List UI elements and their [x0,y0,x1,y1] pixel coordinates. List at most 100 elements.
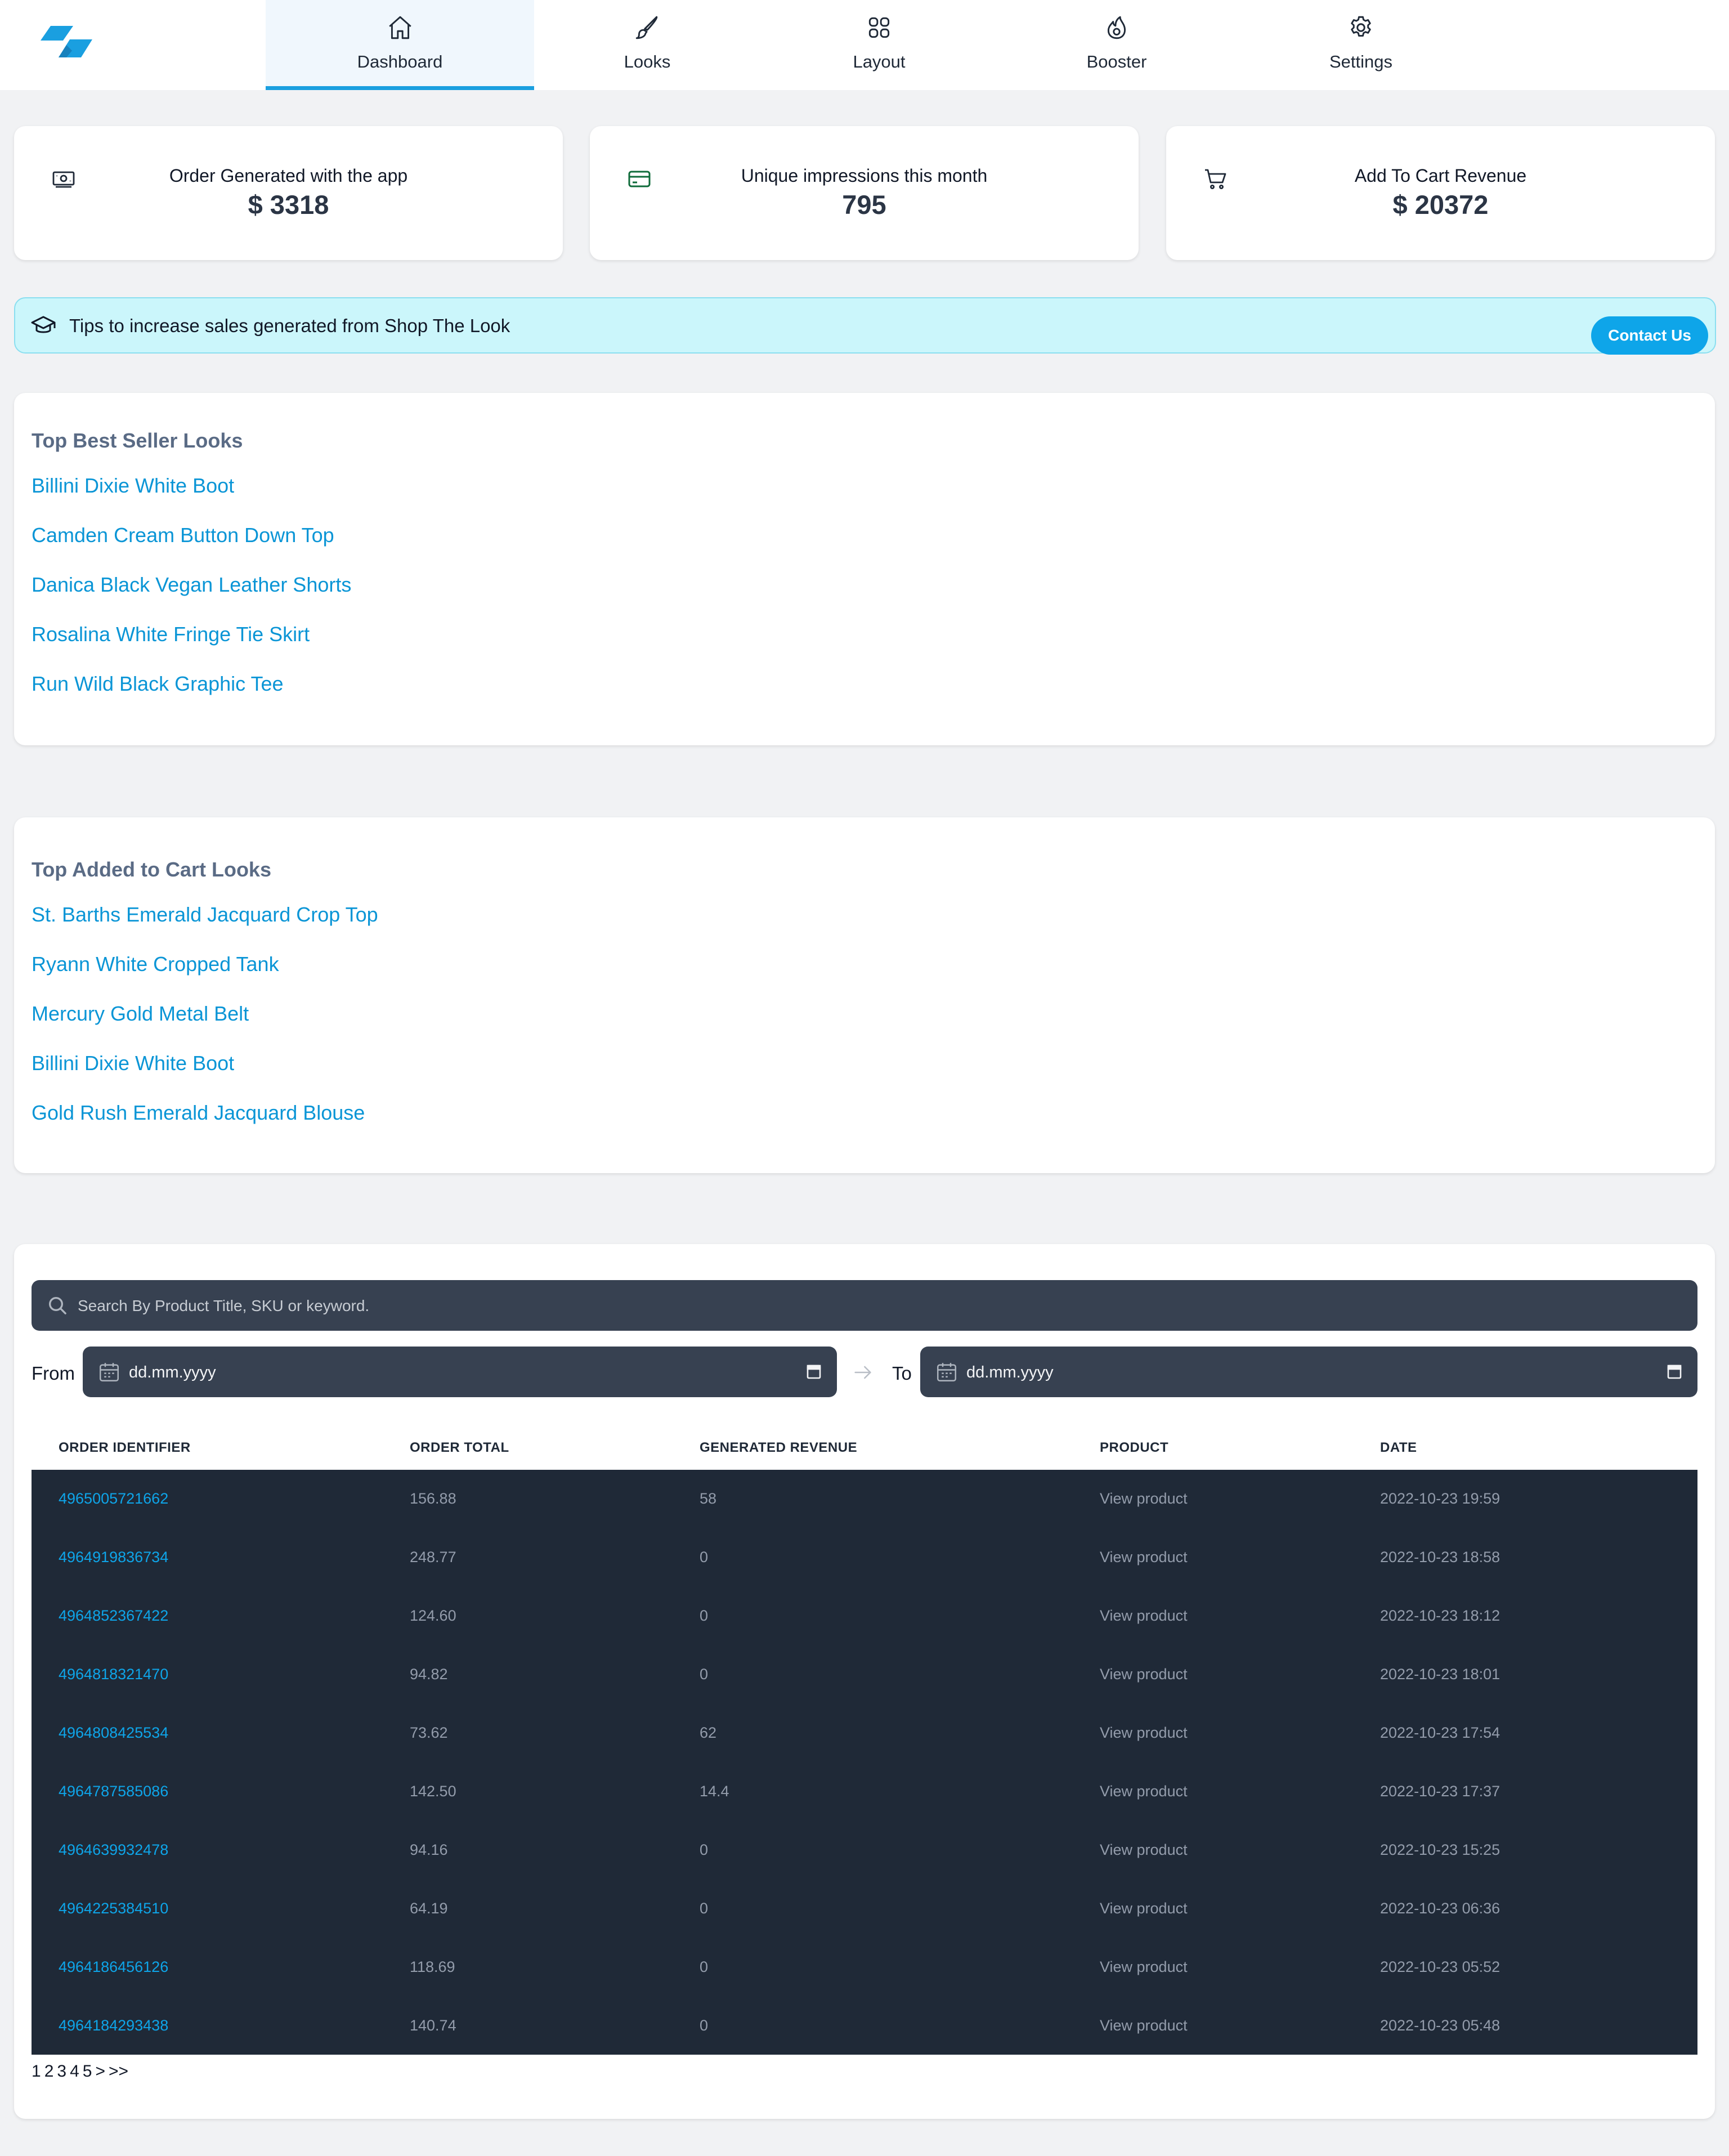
added-to-cart-look-link[interactable]: Ryann White Cropped Tank [32,952,279,976]
table-row: 4964186456126 118.69 0 View product 2022… [32,1938,1697,1997]
order-date: 2022-10-23 17:54 [1380,1724,1500,1741]
stat-card-cart-revenue: Add To Cart Revenue $ 20372 [1166,126,1715,260]
next-page-link[interactable]: > [95,2062,105,2081]
view-product-link[interactable]: View product [1100,1724,1188,1742]
to-date-value: dd.mm.yyyy [966,1363,1054,1381]
table-row: 4964184293438 140.74 0 View product 2022… [32,1997,1697,2055]
search-input[interactable] [77,1280,1688,1332]
view-product-link[interactable]: View product [1100,1841,1188,1859]
tab-layout[interactable]: Layout [812,0,947,90]
view-product-link[interactable]: View product [1100,1607,1188,1625]
added-to-cart-look-link[interactable]: Gold Rush Emerald Jacquard Blouse [32,1101,365,1125]
table-row: 4965005721662 156.88 58 View product 202… [32,1470,1697,1528]
view-product-link[interactable]: View product [1100,2017,1188,2034]
view-product-link[interactable]: View product [1100,1666,1188,1683]
stat-title: Order Generated with the app [169,165,408,186]
page-link-5[interactable]: 5 [83,2062,92,2081]
contact-us-button[interactable]: Contact Us [1591,316,1708,355]
order-total: 94.16 [410,1841,448,1858]
pagination: 1 2 3 4 5 > >> [32,2062,132,2081]
order-id-link[interactable]: 4964787585086 [59,1783,168,1800]
last-page-link[interactable]: >> [109,2062,128,2081]
page-link-3[interactable]: 3 [57,2062,66,2081]
generated-revenue: 62 [700,1724,717,1741]
calendar-picker-icon[interactable] [807,1364,821,1380]
order-id-link[interactable]: 4964186456126 [59,1958,168,1976]
added-to-cart-looks-title: Top Added to Cart Looks [32,858,271,881]
view-product-link[interactable]: View product [1100,1549,1188,1566]
order-id-link[interactable]: 4965005721662 [59,1490,168,1508]
from-date-input[interactable]: dd.mm.yyyy [83,1347,837,1397]
from-date-value: dd.mm.yyyy [129,1363,216,1381]
tab-booster[interactable]: Booster [1049,0,1184,90]
stat-value: $ 20372 [1392,190,1489,220]
added-to-cart-looks-card: Top Added to Cart Looks St. Barths Emera… [14,817,1715,1173]
page-link-2[interactable]: 2 [44,2062,54,2081]
best-seller-look-link[interactable]: Rosalina White Fringe Tie Skirt [32,623,310,646]
brush-icon [635,16,658,39]
column-header-generated-revenue: GENERATED REVENUE [700,1440,858,1455]
added-to-cart-look-link[interactable]: Billini Dixie White Boot [32,1052,234,1075]
order-id-link[interactable]: 4964639932478 [59,1841,168,1859]
view-product-link[interactable]: View product [1100,1900,1188,1917]
order-id-link[interactable]: 4964919836734 [59,1549,168,1566]
view-product-link[interactable]: View product [1100,1490,1188,1508]
tab-booster-label: Booster [1086,52,1147,71]
order-total: 73.62 [410,1724,448,1741]
table-row: 4964225384510 64.19 0 View product 2022-… [32,1880,1697,1938]
table-row: 4964919836734 248.77 0 View product 2022… [32,1528,1697,1587]
tab-settings[interactable]: Settings [1293,0,1428,90]
stat-card-impressions: Unique impressions this month 795 [590,126,1139,260]
page-link-4[interactable]: 4 [70,2062,79,2081]
stat-card-orders: Order Generated with the app $ 3318 [14,126,563,260]
flame-icon [1107,16,1126,39]
view-product-link[interactable]: View product [1100,1783,1188,1800]
order-total: 140.74 [410,2017,456,2034]
tab-dashboard[interactable]: Dashboard [266,0,534,90]
app-logo [41,26,92,57]
tips-text: Tips to increase sales generated from Sh… [69,315,510,336]
generated-revenue: 58 [700,1490,717,1507]
order-id-link[interactable]: 4964852367422 [59,1607,168,1625]
table-row: 4964818321470 94.82 0 View product 2022-… [32,1645,1697,1704]
order-total: 248.77 [410,1549,456,1565]
best-seller-looks-card: Top Best Seller Looks Billini Dixie Whit… [14,393,1715,745]
order-total: 118.69 [410,1958,455,1975]
generated-revenue: 0 [700,1841,709,1858]
view-product-link[interactable]: View product [1100,1958,1188,1976]
orders-card: From dd.mm.yyyy To dd.mm.yyyy ORDER IDEN… [14,1244,1715,2119]
best-seller-look-link[interactable]: Billini Dixie White Boot [32,474,234,498]
tab-settings-label: Settings [1329,52,1392,71]
order-id-link[interactable]: 4964225384510 [59,1900,168,1917]
table-row: 4964639932478 94.16 0 View product 2022-… [32,1821,1697,1880]
search-bar [32,1280,1697,1332]
best-seller-look-link[interactable]: Danica Black Vegan Leather Shorts [32,573,351,597]
home-icon [388,16,411,39]
gear-icon [1351,16,1371,37]
order-id-link[interactable]: 4964818321470 [59,1666,168,1683]
to-date-input[interactable]: dd.mm.yyyy [920,1347,1697,1397]
table-row: 4964852367422 124.60 0 View product 2022… [32,1587,1697,1645]
order-date: 2022-10-23 05:52 [1380,1958,1500,1975]
generated-revenue: 0 [700,2017,709,2034]
added-to-cart-look-link[interactable]: Mercury Gold Metal Belt [32,1002,249,1026]
best-seller-look-link[interactable]: Run Wild Black Graphic Tee [32,672,284,696]
column-header-order-total: ORDER TOTAL [410,1440,509,1455]
order-total: 156.88 [410,1490,456,1507]
generated-revenue: 0 [700,1900,709,1917]
arrow-right-icon [854,1366,871,1379]
tab-looks[interactable]: Looks [580,0,715,90]
order-date: 2022-10-23 06:36 [1380,1900,1500,1917]
order-id-link[interactable]: 4964184293438 [59,2017,168,2034]
to-label: To [892,1363,912,1384]
best-seller-look-link[interactable]: Camden Cream Button Down Top [32,524,334,547]
table-row: 4964808425534 73.62 62 View product 2022… [32,1704,1697,1763]
orders-table-body: 4965005721662 156.88 58 View product 202… [32,1470,1697,2055]
order-date: 2022-10-23 17:37 [1380,1783,1500,1800]
calendar-picker-icon[interactable] [1667,1364,1682,1380]
order-id-link[interactable]: 4964808425534 [59,1724,168,1742]
page-link-1[interactable]: 1 [32,2062,41,2081]
added-to-cart-look-link[interactable]: St. Barths Emerald Jacquard Crop Top [32,903,378,927]
generated-revenue: 14.4 [700,1783,729,1800]
stat-title: Unique impressions this month [741,165,988,186]
